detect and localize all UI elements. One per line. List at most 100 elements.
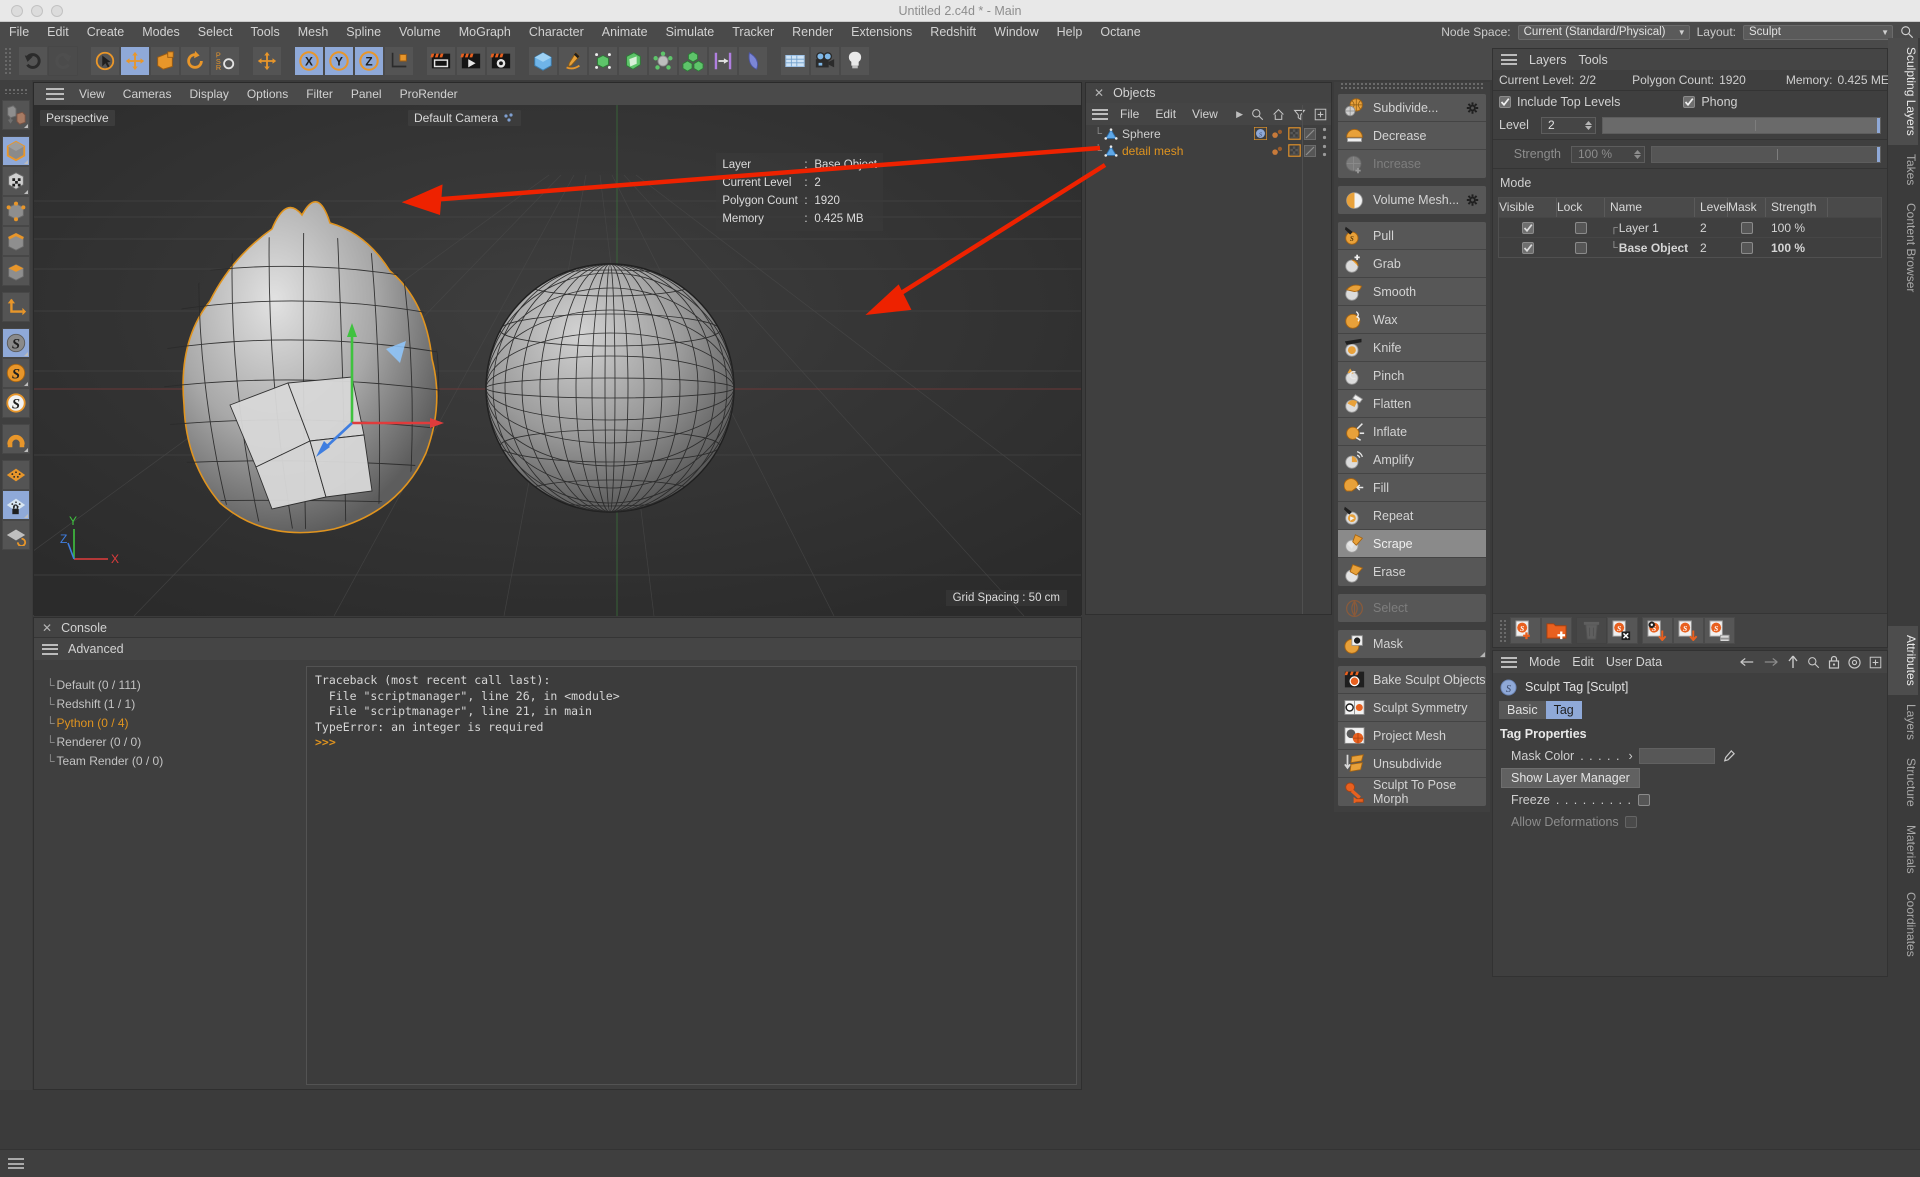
search-icon[interactable] xyxy=(1807,656,1820,669)
menu-item-octane[interactable]: Octane xyxy=(1091,22,1149,42)
tab-layers[interactable]: Layers xyxy=(1529,53,1567,67)
layer-visible-checkbox[interactable] xyxy=(1522,221,1534,234)
vertical-tab-takes[interactable]: Takes xyxy=(1888,144,1918,195)
model-mode-button[interactable] xyxy=(2,136,30,166)
layer-swatch-icon[interactable] xyxy=(1304,144,1316,157)
sculpt-tool-scrape[interactable]: Scrape xyxy=(1338,530,1486,558)
search-icon[interactable] xyxy=(1251,108,1264,121)
sculpt-tool-repeat[interactable]: Repeat xyxy=(1338,502,1486,530)
field-button[interactable] xyxy=(708,46,738,76)
object-name[interactable]: detail mesh xyxy=(1122,144,1183,158)
menu-item-file[interactable]: File xyxy=(0,22,38,42)
forward-arrow-icon[interactable] xyxy=(1763,656,1779,668)
plus-box-icon[interactable] xyxy=(1869,656,1882,669)
select-cursor-button[interactable] xyxy=(90,46,120,76)
menu-item-redshift[interactable]: Redshift xyxy=(921,22,985,42)
floor-button[interactable] xyxy=(780,46,810,76)
vertical-tab-coordinates[interactable]: Coordinates xyxy=(1888,882,1918,966)
menu-item-render[interactable]: Render xyxy=(783,22,842,42)
layer-lock-checkbox[interactable] xyxy=(1575,221,1587,234)
sculpt-tool-grab[interactable]: Grab xyxy=(1338,250,1486,278)
menu-item-tracker[interactable]: Tracker xyxy=(723,22,783,42)
viewport-menu-filter[interactable]: Filter xyxy=(297,83,342,105)
lock-workplane-button[interactable] xyxy=(2,490,30,520)
sculpt-tool-increase[interactable]: Increase xyxy=(1338,150,1486,178)
eyedropper-icon[interactable] xyxy=(1721,749,1736,764)
vertical-tab-sculpting-layers[interactable]: Sculpting Layers xyxy=(1888,38,1918,145)
home-icon[interactable] xyxy=(1272,108,1285,121)
freeze-checkbox[interactable] xyxy=(1637,794,1650,806)
console-advanced-menu[interactable]: Advanced xyxy=(68,642,124,656)
gear-icon[interactable] xyxy=(1466,194,1479,207)
layers-menu-icon[interactable] xyxy=(1501,54,1517,65)
up-arrow-icon[interactable] xyxy=(1787,655,1799,669)
objects-menu-icon[interactable] xyxy=(1092,108,1108,120)
workplane-button[interactable] xyxy=(2,460,30,490)
layer-name-cell[interactable]: ┌ Layer 1 xyxy=(1605,221,1695,235)
strength-input[interactable]: 100 % xyxy=(1571,145,1645,163)
sculpt-layer-toolbar-grip[interactable] xyxy=(1499,618,1506,643)
viewport-menu-prorender[interactable]: ProRender xyxy=(391,83,467,105)
menu-item-select[interactable]: Select xyxy=(189,22,242,42)
merge-visible-button[interactable]: S xyxy=(1642,617,1673,644)
rotate-button[interactable] xyxy=(180,46,210,76)
menu-item-mograph[interactable]: MoGraph xyxy=(450,22,520,42)
strength-stepper[interactable] xyxy=(1634,149,1641,159)
tool-expand-corner[interactable] xyxy=(24,190,28,194)
console-menu-icon[interactable] xyxy=(42,643,58,655)
sculpt-tool-flatten[interactable]: Flatten xyxy=(1338,390,1486,418)
camera-button[interactable] xyxy=(810,46,840,76)
layer-lock-checkbox[interactable] xyxy=(1575,241,1587,254)
menu-item-tools[interactable]: Tools xyxy=(242,22,289,42)
objects-menu-edit[interactable]: Edit xyxy=(1147,107,1184,121)
render-queue-button[interactable] xyxy=(456,46,486,76)
sculpt-tool-subdivide[interactable]: Subdivide... xyxy=(1338,94,1486,122)
strength-slider[interactable] xyxy=(1651,145,1881,163)
menu-item-create[interactable]: Create xyxy=(78,22,134,42)
layer-name-cell[interactable]: └ Base Object xyxy=(1605,241,1695,255)
menu-item-edit[interactable]: Edit xyxy=(38,22,78,42)
texture-mode-button[interactable] xyxy=(2,166,30,196)
chevron-right-icon[interactable]: ▶ xyxy=(1236,109,1243,120)
move-button[interactable] xyxy=(120,46,150,76)
sculpt-tag-icon[interactable]: S xyxy=(1254,127,1267,140)
make-editable-button[interactable] xyxy=(2,100,30,130)
visibility-dots-icon[interactable] xyxy=(1322,127,1327,140)
minimize-window-button[interactable] xyxy=(31,4,43,17)
edges-mode-button[interactable] xyxy=(2,226,30,256)
coordinate-move-button[interactable] xyxy=(252,46,282,76)
expand-corner[interactable] xyxy=(1480,652,1485,657)
sculpt-tool-decrease[interactable]: Decrease xyxy=(1338,122,1486,150)
tool-expand-corner[interactable] xyxy=(24,160,28,164)
vertical-tab-materials[interactable]: Materials xyxy=(1888,815,1918,883)
object-name[interactable]: Sphere xyxy=(1122,127,1161,141)
delete-layer-button[interactable] xyxy=(1576,617,1607,644)
tool-expand-corner[interactable] xyxy=(24,382,28,386)
polygons-mode-button[interactable] xyxy=(2,256,30,286)
menu-item-animate[interactable]: Animate xyxy=(593,22,657,42)
sculpt-tool-bake-sculpt-objects[interactable]: Bake Sculpt Objects xyxy=(1338,666,1486,694)
objects-menu-view[interactable]: View xyxy=(1184,107,1226,121)
layer-mask-checkbox[interactable] xyxy=(1741,241,1753,254)
flatten-layers-button[interactable]: S xyxy=(1704,617,1735,644)
redo-button[interactable] xyxy=(48,46,78,76)
points-mode-button[interactable] xyxy=(2,196,30,226)
sculpt-tool-smooth[interactable]: Smooth xyxy=(1338,278,1486,306)
add-sculpt-layer-button[interactable]: S xyxy=(1510,617,1541,644)
clear-layer-button[interactable]: S xyxy=(1607,617,1638,644)
sculpt-tool-knife[interactable]: Knife xyxy=(1338,334,1486,362)
mask-color-swatch[interactable] xyxy=(1638,748,1715,764)
layer-swatch-icon[interactable] xyxy=(1304,127,1316,140)
sculpt-tool-pull[interactable]: S Pull xyxy=(1338,222,1486,250)
light-button[interactable] xyxy=(840,46,870,76)
attributes-menu-mode[interactable]: Mode xyxy=(1529,655,1560,669)
lock-icon[interactable] xyxy=(1828,655,1840,669)
object-row[interactable]: └ Sphere S xyxy=(1086,125,1331,142)
level-slider[interactable] xyxy=(1602,116,1881,134)
status-menu-icon[interactable] xyxy=(8,1158,24,1169)
show-layer-manager-button[interactable]: Show Layer Manager xyxy=(1501,768,1640,788)
nurbs-button[interactable] xyxy=(588,46,618,76)
vertical-tab-structure[interactable]: Structure xyxy=(1888,749,1918,816)
toolbar-grip[interactable] xyxy=(4,47,12,75)
chevron-right-icon[interactable]: › xyxy=(1628,749,1632,763)
